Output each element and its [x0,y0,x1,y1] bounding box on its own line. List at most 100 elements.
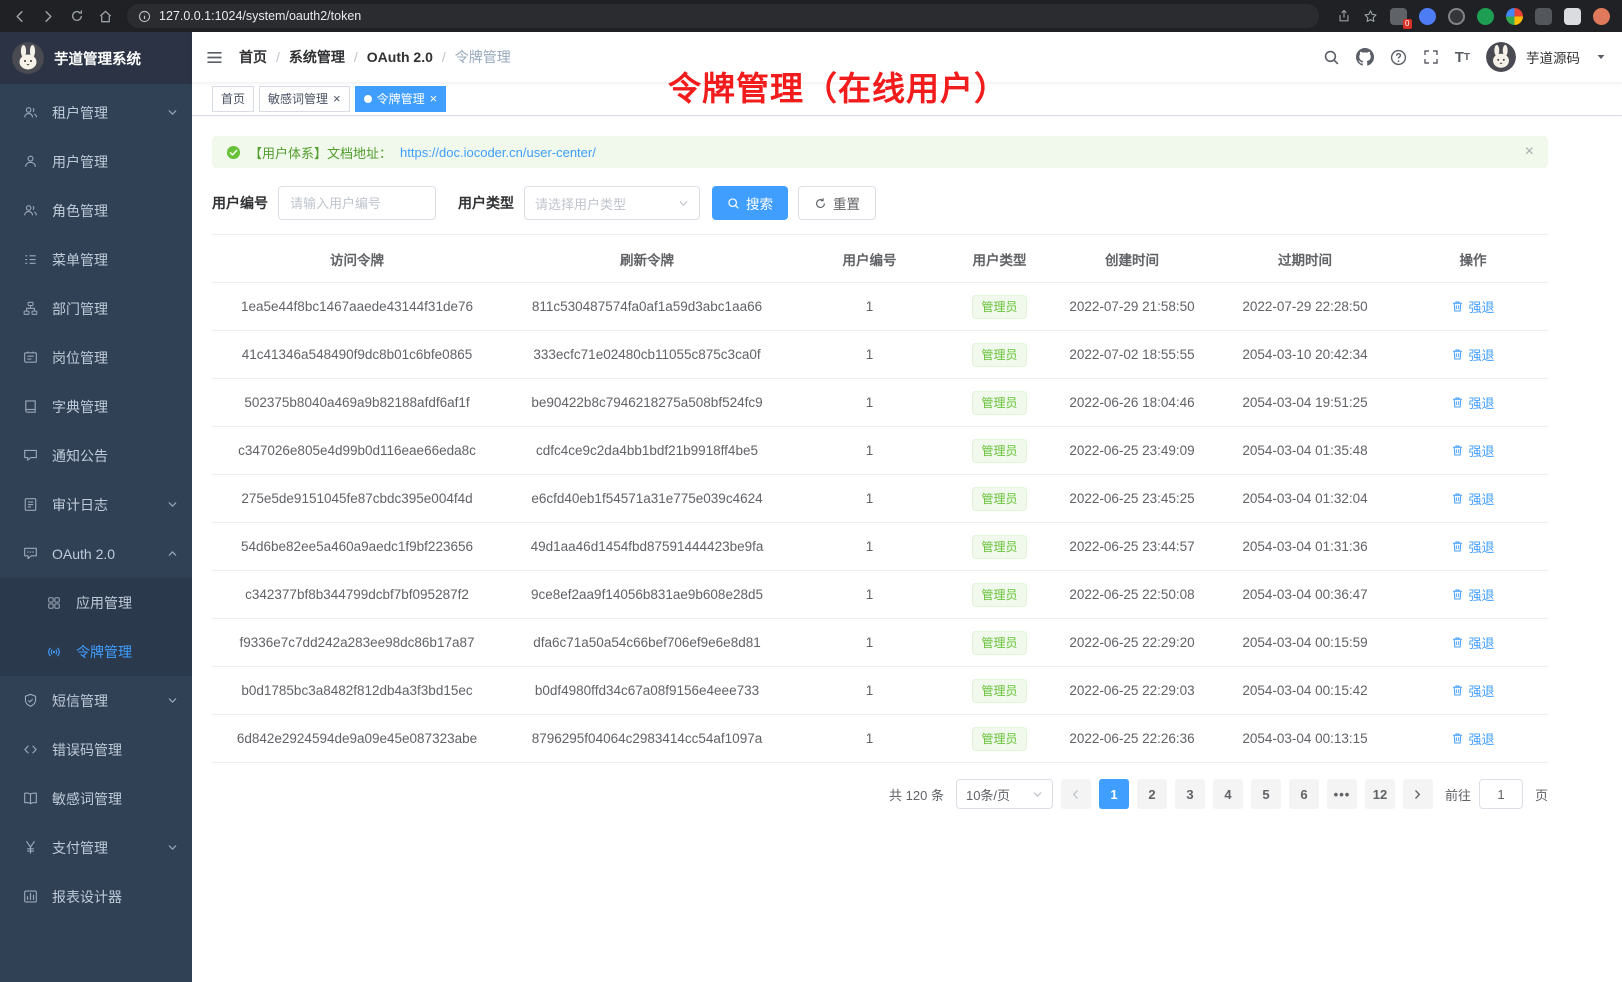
user-type-tag: 管理员 [972,343,1026,367]
force-logout-button[interactable]: 强退 [1451,297,1494,316]
address-bar[interactable]: 127.0.0.1:1024/system/oauth2/token [127,4,1319,28]
extension-icon[interactable]: 0 [1390,8,1407,25]
browser-toolbar: 127.0.0.1:1024/system/oauth2/token 0 [0,0,1622,32]
annotation-text: 令牌管理（在线用户） [668,62,1008,110]
extension-icon[interactable] [1448,8,1465,25]
tab-sensitive-word[interactable]: 敏感词管理 × [259,86,350,112]
user-id-input[interactable] [278,186,436,220]
force-logout-button[interactable]: 强退 [1451,729,1494,748]
extension-pinwheel-icon[interactable] [1506,8,1523,25]
extension-icon[interactable] [1419,8,1436,25]
sidebar-item-sms[interactable]: 短信管理 [0,676,192,725]
search-icon[interactable] [1323,49,1340,66]
force-logout-button[interactable]: 强退 [1451,441,1494,460]
user-type-tag: 管理员 [972,439,1026,463]
reload-icon[interactable] [70,9,84,23]
fullscreen-icon[interactable] [1423,49,1439,65]
sidebar-item-post[interactable]: 岗位管理 [0,333,192,382]
col-expire-time: 过期时间 [1212,235,1398,283]
home-icon[interactable] [98,9,113,24]
sidebar-item-dept[interactable]: 部门管理 [0,284,192,333]
caret-down-icon[interactable] [1596,52,1606,62]
prev-page-button[interactable] [1061,779,1091,809]
page-button-4[interactable]: 4 [1213,779,1243,809]
force-logout-button[interactable]: 强退 [1451,489,1494,508]
next-page-button[interactable] [1403,779,1433,809]
force-logout-button[interactable]: 强退 [1451,681,1494,700]
help-icon[interactable] [1390,49,1407,66]
forward-icon[interactable] [41,9,56,24]
alert-text: 【用户体系】文档地址： [249,143,392,162]
extension-icon[interactable] [1535,8,1552,25]
page-size-select[interactable]: 10条/页 [956,779,1053,809]
page-button-12[interactable]: 12 [1365,779,1395,809]
token-table: 访问令牌 刷新令牌 用户编号 用户类型 创建时间 过期时间 操作 1ea5e44… [212,234,1548,763]
tab-token[interactable]: 令牌管理 × [355,86,447,112]
force-logout-button[interactable]: 强退 [1451,393,1494,412]
search-form: 用户编号 用户类型 请选择用户类型 搜索 重置 [212,186,1548,220]
more-pages-button[interactable]: ••• [1327,779,1357,809]
sidebar-item-report-designer[interactable]: 报表设计器 [0,872,192,921]
font-size-icon[interactable]: TT [1455,49,1470,66]
col-create-time: 创建时间 [1052,235,1212,283]
sidebar-item-menu[interactable]: 菜单管理 [0,235,192,284]
sidebar-item-sensitive-word[interactable]: 敏感词管理 [0,774,192,823]
announcement-icon [22,448,38,463]
page-button-1[interactable]: 1 [1099,779,1129,809]
page-button-5[interactable]: 5 [1251,779,1281,809]
doc-link[interactable]: https://doc.iocoder.cn/user-center/ [400,145,596,160]
goto-page-input[interactable] [1479,779,1523,809]
username[interactable]: 芋道源码 [1526,47,1580,67]
sidebar-item-token[interactable]: 令牌管理 [0,627,192,676]
sidebar-item-oauth[interactable]: OAuth 2.0 [0,529,192,578]
close-icon[interactable]: × [333,92,341,105]
reset-button[interactable]: 重置 [798,186,876,220]
back-icon[interactable] [12,9,27,24]
extension-icon[interactable] [1477,8,1494,25]
close-icon[interactable]: × [430,92,438,105]
sidebar-item-notice[interactable]: 通知公告 [0,431,192,480]
user-type-tag: 管理员 [972,631,1026,655]
page-button-6[interactable]: 6 [1289,779,1319,809]
bookmark-star-icon[interactable] [1363,9,1378,24]
sidebar-item-error-code[interactable]: 错误码管理 [0,725,192,774]
close-icon[interactable]: × [1525,143,1534,161]
code-icon [22,742,38,757]
sidebar-item-dict[interactable]: 字典管理 [0,382,192,431]
breadcrumb-item-system[interactable]: 系统管理 [289,47,345,67]
table-row: 6d842e2924594de9a09e45e087323abe 8796295… [212,715,1548,763]
role-icon [22,203,38,218]
extension-icon[interactable] [1564,8,1581,25]
info-icon[interactable] [138,10,151,23]
user-type-tag: 管理员 [972,391,1026,415]
user-type-tag: 管理员 [972,535,1026,559]
force-logout-button[interactable]: 强退 [1451,633,1494,652]
sidebar-item-audit-log[interactable]: 审计日志 [0,480,192,529]
profile-avatar-icon[interactable] [1593,8,1610,25]
user-type-label: 用户类型 [458,193,514,213]
app-logo[interactable]: 芋道管理系统 [0,32,192,84]
sidebar-item-role[interactable]: 角色管理 [0,186,192,235]
breadcrumb-item-oauth[interactable]: OAuth 2.0 [367,49,433,65]
sidebar-item-app[interactable]: 应用管理 [0,578,192,627]
force-logout-button[interactable]: 强退 [1451,585,1494,604]
tab-home[interactable]: 首页 [212,86,254,112]
user-type-select[interactable]: 请选择用户类型 [524,186,700,220]
share-icon[interactable] [1337,9,1351,23]
user-type-tag: 管理员 [972,727,1026,751]
app-grid-icon [46,596,62,610]
chevron-down-icon [1032,789,1043,800]
user-avatar[interactable] [1486,42,1516,72]
github-icon[interactable] [1356,48,1374,66]
hamburger-icon[interactable] [206,50,223,65]
sidebar-item-user[interactable]: 用户管理 [0,137,192,186]
page-button-2[interactable]: 2 [1137,779,1167,809]
breadcrumb-item-home[interactable]: 首页 [239,47,267,67]
force-logout-button[interactable]: 强退 [1451,537,1494,556]
table-row: 502375b8040a469a9b82188afdf6af1f be90422… [212,379,1548,427]
page-button-3[interactable]: 3 [1175,779,1205,809]
sidebar-item-pay[interactable]: 支付管理 [0,823,192,872]
sidebar-item-tenant[interactable]: 租户管理 [0,88,192,137]
force-logout-button[interactable]: 强退 [1451,345,1494,364]
search-button[interactable]: 搜索 [712,186,788,220]
